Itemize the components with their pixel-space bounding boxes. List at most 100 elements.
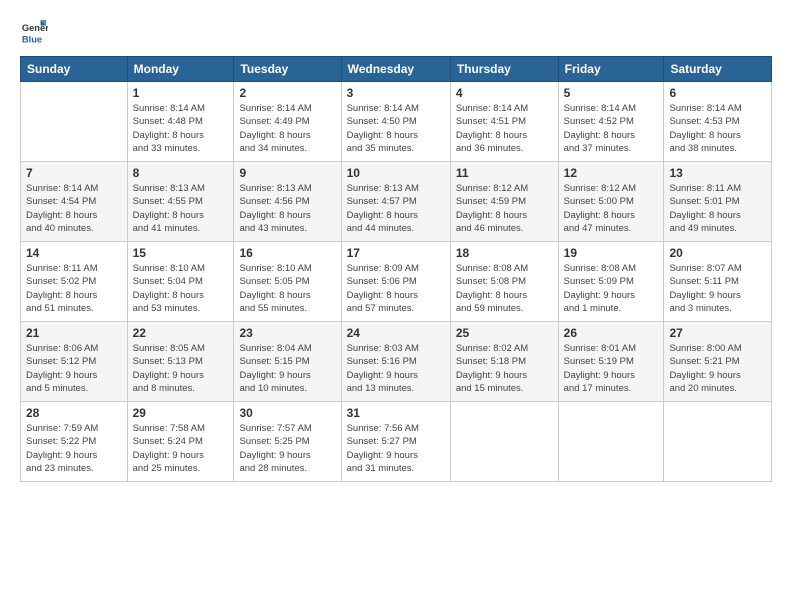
day-cell [21,82,128,162]
day-info: Sunrise: 8:10 AMSunset: 5:04 PMDaylight:… [133,262,229,315]
week-row-3: 14 Sunrise: 8:11 AMSunset: 5:02 PMDayligh… [21,242,772,322]
day-cell: 16 Sunrise: 8:10 AMSunset: 5:05 PMDayligh… [234,242,341,322]
day-cell: 23Sunrise: 8:04 AMSunset: 5:15 PMDayligh… [234,322,341,402]
day-number: 16 [239,246,335,260]
day-cell [450,402,558,482]
header-wednesday: Wednesday [341,57,450,82]
day-cell: 1 Sunrise: 8:14 AMSunset: 4:48 PMDaylight… [127,82,234,162]
day-cell: 18Sunrise: 8:08 AMSunset: 5:08 PMDayligh… [450,242,558,322]
day-info: Sunrise: 8:09 AMSunset: 5:06 PMDaylight:… [347,262,445,315]
day-cell: 2 Sunrise: 8:14 AMSunset: 4:49 PMDaylight… [234,82,341,162]
day-number: 27 [669,326,766,340]
day-cell: 26 Sunrise: 8:01 AMSunset: 5:19 PMDayligh… [558,322,664,402]
day-number: 1 [133,86,229,100]
day-cell: 8 Sunrise: 8:13 AMSunset: 4:55 PMDaylight… [127,162,234,242]
day-info: Sunrise: 7:58 AMSunset: 5:24 PMDaylight:… [133,422,229,475]
day-cell: 14 Sunrise: 8:11 AMSunset: 5:02 PMDayligh… [21,242,128,322]
svg-text:Blue: Blue [22,34,42,44]
day-info: Sunrise: 8:14 AMSunset: 4:48 PMDaylight:… [133,102,229,155]
day-cell: 12 Sunrise: 8:12 AMSunset: 5:00 PMDayligh… [558,162,664,242]
logo: General Blue [20,18,52,46]
day-cell: 15Sunrise: 8:10 AMSunset: 5:04 PMDayligh… [127,242,234,322]
day-info: Sunrise: 8:01 AMSunset: 5:19 PMDaylight:… [564,342,659,395]
day-number: 10 [347,166,445,180]
day-number: 19 [564,246,659,260]
day-number: 2 [239,86,335,100]
day-info: Sunrise: 8:07 AMSunset: 5:11 PMDaylight:… [669,262,766,315]
day-info: Sunrise: 8:13 AMSunset: 4:55 PMDaylight:… [133,182,229,235]
day-info: Sunrise: 8:14 AMSunset: 4:51 PMDaylight:… [456,102,553,155]
day-cell: 24 Sunrise: 8:03 AMSunset: 5:16 PMDayligh… [341,322,450,402]
day-cell: 19 Sunrise: 8:08 AMSunset: 5:09 PMDayligh… [558,242,664,322]
calendar-table: SundayMondayTuesdayWednesdayThursdayFrid… [20,56,772,482]
day-number: 3 [347,86,445,100]
day-number: 13 [669,166,766,180]
day-cell: 22 Sunrise: 8:05 AMSunset: 5:13 PMDayligh… [127,322,234,402]
day-cell: 20 Sunrise: 8:07 AMSunset: 5:11 PMDayligh… [664,242,772,322]
day-number: 31 [347,406,445,420]
day-cell: 29Sunrise: 7:58 AMSunset: 5:24 PMDayligh… [127,402,234,482]
day-number: 26 [564,326,659,340]
day-info: Sunrise: 8:11 AMSunset: 5:02 PMDaylight:… [26,262,122,315]
day-cell: 9 Sunrise: 8:13 AMSunset: 4:56 PMDaylight… [234,162,341,242]
day-cell: 28Sunrise: 7:59 AMSunset: 5:22 PMDayligh… [21,402,128,482]
day-info: Sunrise: 8:14 AMSunset: 4:54 PMDaylight:… [26,182,122,235]
day-info: Sunrise: 7:56 AMSunset: 5:27 PMDaylight:… [347,422,445,475]
day-cell [664,402,772,482]
day-number: 17 [347,246,445,260]
day-cell: 17 Sunrise: 8:09 AMSunset: 5:06 PMDayligh… [341,242,450,322]
day-info: Sunrise: 8:03 AMSunset: 5:16 PMDaylight:… [347,342,445,395]
day-number: 11 [456,166,553,180]
day-number: 8 [133,166,229,180]
day-number: 14 [26,246,122,260]
day-cell: 11 Sunrise: 8:12 AMSunset: 4:59 PMDayligh… [450,162,558,242]
header-row: SundayMondayTuesdayWednesdayThursdayFrid… [21,57,772,82]
day-cell: 4 Sunrise: 8:14 AMSunset: 4:51 PMDaylight… [450,82,558,162]
day-cell: 30 Sunrise: 7:57 AMSunset: 5:25 PMDayligh… [234,402,341,482]
day-cell: 13Sunrise: 8:11 AMSunset: 5:01 PMDayligh… [664,162,772,242]
day-info: Sunrise: 8:00 AMSunset: 5:21 PMDaylight:… [669,342,766,395]
day-cell: 5Sunrise: 8:14 AMSunset: 4:52 PMDaylight… [558,82,664,162]
day-info: Sunrise: 8:12 AMSunset: 4:59 PMDaylight:… [456,182,553,235]
day-cell: 3 Sunrise: 8:14 AMSunset: 4:50 PMDaylight… [341,82,450,162]
day-info: Sunrise: 8:02 AMSunset: 5:18 PMDaylight:… [456,342,553,395]
header-tuesday: Tuesday [234,57,341,82]
day-info: Sunrise: 8:14 AMSunset: 4:50 PMDaylight:… [347,102,445,155]
day-number: 7 [26,166,122,180]
day-number: 30 [239,406,335,420]
day-number: 9 [239,166,335,180]
day-cell: 21Sunrise: 8:06 AMSunset: 5:12 PMDayligh… [21,322,128,402]
day-number: 12 [564,166,659,180]
day-info: Sunrise: 7:59 AMSunset: 5:22 PMDaylight:… [26,422,122,475]
day-cell: 27 Sunrise: 8:00 AMSunset: 5:21 PMDayligh… [664,322,772,402]
week-row-1: 1 Sunrise: 8:14 AMSunset: 4:48 PMDaylight… [21,82,772,162]
day-info: Sunrise: 8:10 AMSunset: 5:05 PMDaylight:… [239,262,335,315]
week-row-5: 28Sunrise: 7:59 AMSunset: 5:22 PMDayligh… [21,402,772,482]
week-row-2: 7 Sunrise: 8:14 AMSunset: 4:54 PMDaylight… [21,162,772,242]
week-row-4: 21Sunrise: 8:06 AMSunset: 5:12 PMDayligh… [21,322,772,402]
day-number: 5 [564,86,659,100]
header-saturday: Saturday [664,57,772,82]
day-number: 24 [347,326,445,340]
day-info: Sunrise: 8:13 AMSunset: 4:57 PMDaylight:… [347,182,445,235]
day-info: Sunrise: 8:05 AMSunset: 5:13 PMDaylight:… [133,342,229,395]
day-cell: 31 Sunrise: 7:56 AMSunset: 5:27 PMDayligh… [341,402,450,482]
header-monday: Monday [127,57,234,82]
header-sunday: Sunday [21,57,128,82]
day-number: 6 [669,86,766,100]
day-info: Sunrise: 7:57 AMSunset: 5:25 PMDaylight:… [239,422,335,475]
day-info: Sunrise: 8:13 AMSunset: 4:56 PMDaylight:… [239,182,335,235]
day-cell: 6Sunrise: 8:14 AMSunset: 4:53 PMDaylight… [664,82,772,162]
day-info: Sunrise: 8:08 AMSunset: 5:09 PMDaylight:… [564,262,659,315]
day-cell: 25Sunrise: 8:02 AMSunset: 5:18 PMDayligh… [450,322,558,402]
day-info: Sunrise: 8:12 AMSunset: 5:00 PMDaylight:… [564,182,659,235]
day-info: Sunrise: 8:04 AMSunset: 5:15 PMDaylight:… [239,342,335,395]
day-cell: 7 Sunrise: 8:14 AMSunset: 4:54 PMDaylight… [21,162,128,242]
day-number: 22 [133,326,229,340]
header: General Blue [20,18,772,46]
header-thursday: Thursday [450,57,558,82]
day-number: 20 [669,246,766,260]
day-number: 21 [26,326,122,340]
day-number: 4 [456,86,553,100]
day-info: Sunrise: 8:14 AMSunset: 4:49 PMDaylight:… [239,102,335,155]
